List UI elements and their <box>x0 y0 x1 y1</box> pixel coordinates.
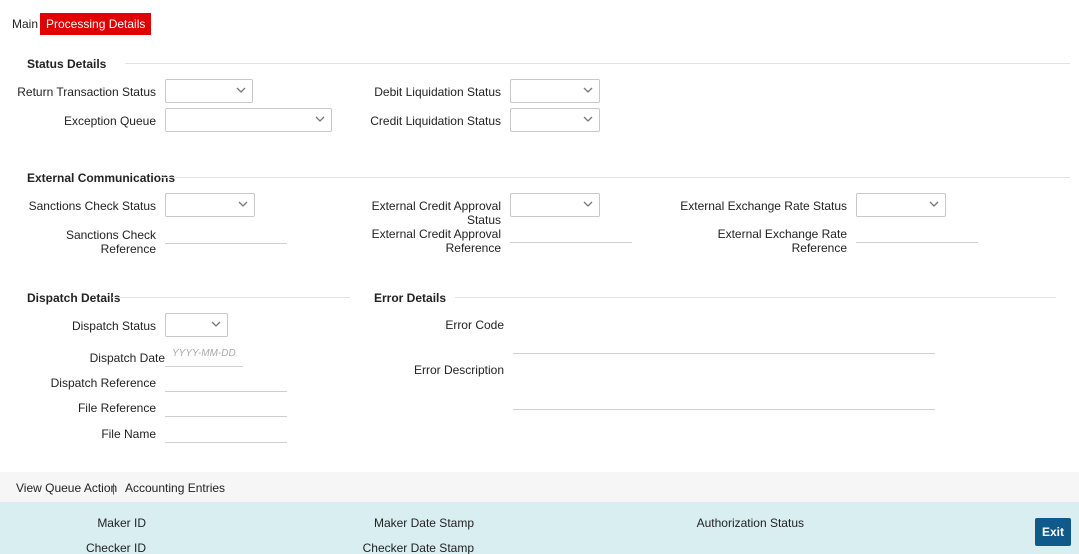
label-line-1: External Exchange Rate <box>717 227 847 241</box>
ext-credit-approval-reference-input[interactable] <box>510 219 632 243</box>
dispatch-reference-input[interactable] <box>165 368 287 392</box>
file-name-label: File Name <box>101 427 156 441</box>
audit-bar: Maker ID Checker ID Maker Date Stamp Che… <box>0 502 1079 554</box>
maker-id-label: Maker ID <box>97 516 146 530</box>
chevron-down-icon <box>211 319 221 329</box>
ext-exchange-rate-reference-input[interactable] <box>856 219 978 243</box>
status-details-title: Status Details <box>27 57 107 71</box>
ext-exchange-rate-status-label: External Exchange Rate Status <box>680 199 847 213</box>
debit-liquidation-status-label: Debit Liquidation Status <box>374 85 501 99</box>
error-description-label: Error Description <box>413 363 504 377</box>
file-reference-input[interactable] <box>165 393 287 417</box>
chevron-down-icon <box>583 85 593 95</box>
dispatch-details-title: Dispatch Details <box>27 291 121 305</box>
authorization-status-label: Authorization Status <box>696 516 804 530</box>
dispatch-status-select[interactable] <box>165 313 228 337</box>
tab-main[interactable]: Main <box>8 13 42 35</box>
exit-button[interactable]: Exit <box>1035 518 1071 546</box>
chevron-down-icon <box>929 199 939 209</box>
file-name-input[interactable] <box>165 419 287 443</box>
exception-queue-select[interactable] <box>165 108 332 132</box>
error-details-title: Error Details <box>374 291 447 305</box>
label-line-1: External Credit Approval <box>371 227 501 241</box>
external-communications-title: External Communications <box>27 171 176 185</box>
label-line-2: Reference <box>791 241 847 255</box>
section-divider <box>125 63 1070 64</box>
sanctions-check-reference-input[interactable] <box>165 220 287 244</box>
checker-date-stamp-label: Checker Date Stamp <box>362 541 474 554</box>
link-separator: | <box>112 481 116 495</box>
ext-exchange-rate-reference-label: External Exchange Rate Reference <box>680 227 847 255</box>
chevron-down-icon <box>583 114 593 124</box>
footer-links-bar: View Queue Action | Accounting Entries <box>0 472 1079 502</box>
ext-credit-approval-status-select[interactable] <box>510 193 600 217</box>
debit-liquidation-status-select[interactable] <box>510 79 600 103</box>
error-code-field <box>513 330 935 354</box>
ext-credit-approval-reference-label: External Credit Approval Reference <box>340 227 501 255</box>
sanctions-check-status-select[interactable] <box>165 193 255 217</box>
section-divider <box>455 297 1056 298</box>
exception-queue-label: Exception Queue <box>63 114 156 128</box>
ext-credit-approval-status-label: External Credit Approval Status <box>371 199 501 227</box>
dispatch-reference-label: Dispatch Reference <box>50 376 156 390</box>
file-reference-label: File Reference <box>77 401 156 415</box>
dispatch-date-label: Dispatch Date <box>89 351 165 365</box>
dispatch-status-label: Dispatch Status <box>71 319 156 333</box>
dispatch-date-input[interactable]: YYYY-MM-DD <box>165 343 243 367</box>
error-description-field <box>513 386 935 410</box>
maker-date-stamp-label: Maker Date Stamp <box>373 516 474 530</box>
credit-liquidation-status-select[interactable] <box>510 108 600 132</box>
chevron-down-icon <box>315 114 325 124</box>
section-divider <box>112 297 350 298</box>
section-divider <box>160 177 1070 178</box>
date-placeholder: YYYY-MM-DD <box>172 348 236 359</box>
checker-id-label: Checker ID <box>85 541 146 554</box>
error-code-label: Error Code <box>445 318 504 332</box>
return-transaction-status-select[interactable] <box>165 79 253 103</box>
view-queue-action-link[interactable]: View Queue Action <box>16 481 117 495</box>
ext-exchange-rate-status-select[interactable] <box>856 193 946 217</box>
tab-processing-details[interactable]: Processing Details <box>40 13 152 35</box>
sanctions-check-status-label: Sanctions Check Status <box>28 199 156 213</box>
return-transaction-status-label: Return Transaction Status <box>17 85 156 99</box>
chevron-down-icon <box>583 199 593 209</box>
label-line-2: Reference <box>445 241 501 255</box>
accounting-entries-link[interactable]: Accounting Entries <box>125 481 225 495</box>
credit-liquidation-status-label: Credit Liquidation Status <box>370 114 501 128</box>
sanctions-check-reference-label: Sanctions Check Reference <box>65 228 156 256</box>
chevron-down-icon <box>238 199 248 209</box>
chevron-down-icon <box>236 85 246 95</box>
